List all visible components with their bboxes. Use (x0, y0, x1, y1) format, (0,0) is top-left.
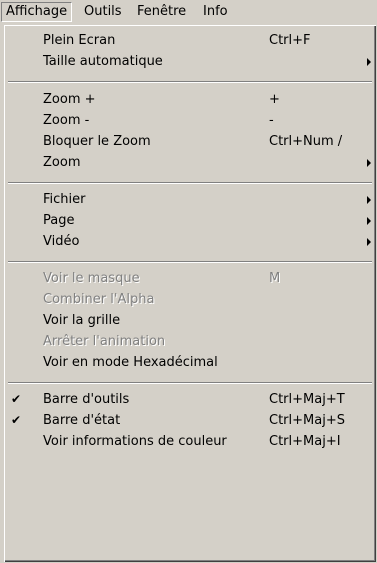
menu-item-label: Zoom (43, 155, 81, 170)
submenu-arrow-icon (367, 196, 371, 204)
checkmark-icon: ✔ (10, 392, 22, 406)
menu-item-barre-etat[interactable]: ✔ Barre d'état Ctrl+Maj+S (7, 410, 373, 431)
menu-item-label: Barre d'outils (43, 392, 130, 407)
menu-item-page[interactable]: Page (7, 210, 373, 231)
menu-item-shortcut: Ctrl+F (269, 33, 311, 48)
menu-item-taille-automatique[interactable]: Taille automatique (7, 51, 373, 72)
menu-item-label: Voir informations de couleur (43, 434, 227, 449)
menu-item-bloquer-zoom[interactable]: Bloquer le Zoom Ctrl+Num / (7, 131, 373, 152)
menu-item-label: Zoom + (43, 92, 96, 107)
menu-separator (8, 81, 372, 83)
menu-item-shortcut: Ctrl+Maj+S (269, 413, 345, 428)
submenu-arrow-icon (367, 217, 371, 225)
menu-item-shortcut: + (269, 92, 280, 107)
menu-fenetre[interactable]: Fenêtre (133, 3, 190, 21)
menu-item-zoom-plus[interactable]: Zoom + + (7, 89, 373, 110)
menu-outils[interactable]: Outils (80, 3, 126, 21)
menu-item-label: Zoom - (43, 113, 90, 128)
menu-item-label: Arrêter l'animation (43, 334, 166, 349)
menu-item-label: Taille automatique (43, 54, 163, 69)
menu-item-zoom[interactable]: Zoom (7, 152, 373, 173)
menu-item-label: Voir la grille (43, 313, 121, 328)
menu-separator (8, 182, 372, 184)
menu-item-label: Voir le masque (43, 271, 140, 286)
menu-item-shortcut: Ctrl+Maj+I (269, 434, 341, 449)
menu-item-label: Barre d'état (43, 413, 121, 428)
menu-info[interactable]: Info (199, 3, 232, 21)
submenu-arrow-icon (367, 238, 371, 246)
menu-item-label: Bloquer le Zoom (43, 134, 151, 149)
submenu-arrow-icon (367, 159, 371, 167)
menu-item-barre-outils[interactable]: ✔ Barre d'outils Ctrl+Maj+T (7, 389, 373, 410)
menu-item-video[interactable]: Vidéo (7, 231, 373, 252)
menu-item-plein-ecran[interactable]: Plein Ecran Ctrl+F (7, 30, 373, 51)
menu-item-label: Vidéo (43, 234, 80, 249)
affichage-dropdown-menu: Plein Ecran Ctrl+F Taille automatique Zo… (3, 24, 376, 562)
menu-item-mode-hexadecimal[interactable]: Voir en mode Hexadécimal (7, 352, 373, 373)
checkmark-icon: ✔ (10, 413, 22, 427)
menu-item-label: Plein Ecran (43, 33, 116, 48)
submenu-arrow-icon (367, 58, 371, 66)
menu-item-fichier[interactable]: Fichier (7, 189, 373, 210)
menu-separator (8, 261, 372, 263)
menu-bar: Affichage Outils Fenêtre Info (0, 0, 377, 24)
menu-item-label: Voir en mode Hexadécimal (43, 355, 218, 370)
menu-item-informations-couleur[interactable]: Voir informations de couleur Ctrl+Maj+I (7, 431, 373, 452)
menu-item-shortcut: Ctrl+Maj+T (269, 392, 345, 407)
menu-item-label: Combiner l'Alpha (43, 292, 155, 307)
menu-item-label: Fichier (43, 192, 86, 207)
menu-item-zoom-minus[interactable]: Zoom - - (7, 110, 373, 131)
menu-item-shortcut: M (269, 271, 281, 286)
menu-item-shortcut: Ctrl+Num / (269, 134, 343, 149)
menu-separator (8, 382, 372, 384)
menu-item-arreter-animation[interactable]: Arrêter l'animation (7, 331, 373, 352)
menu-item-voir-grille[interactable]: Voir la grille (7, 310, 373, 331)
menu-affichage[interactable]: Affichage (1, 2, 73, 22)
menu-item-label: Page (43, 213, 75, 228)
menu-item-voir-masque[interactable]: Voir le masque M (7, 268, 373, 289)
menu-item-shortcut: - (269, 113, 274, 128)
menu-item-combiner-alpha[interactable]: Combiner l'Alpha (7, 289, 373, 310)
